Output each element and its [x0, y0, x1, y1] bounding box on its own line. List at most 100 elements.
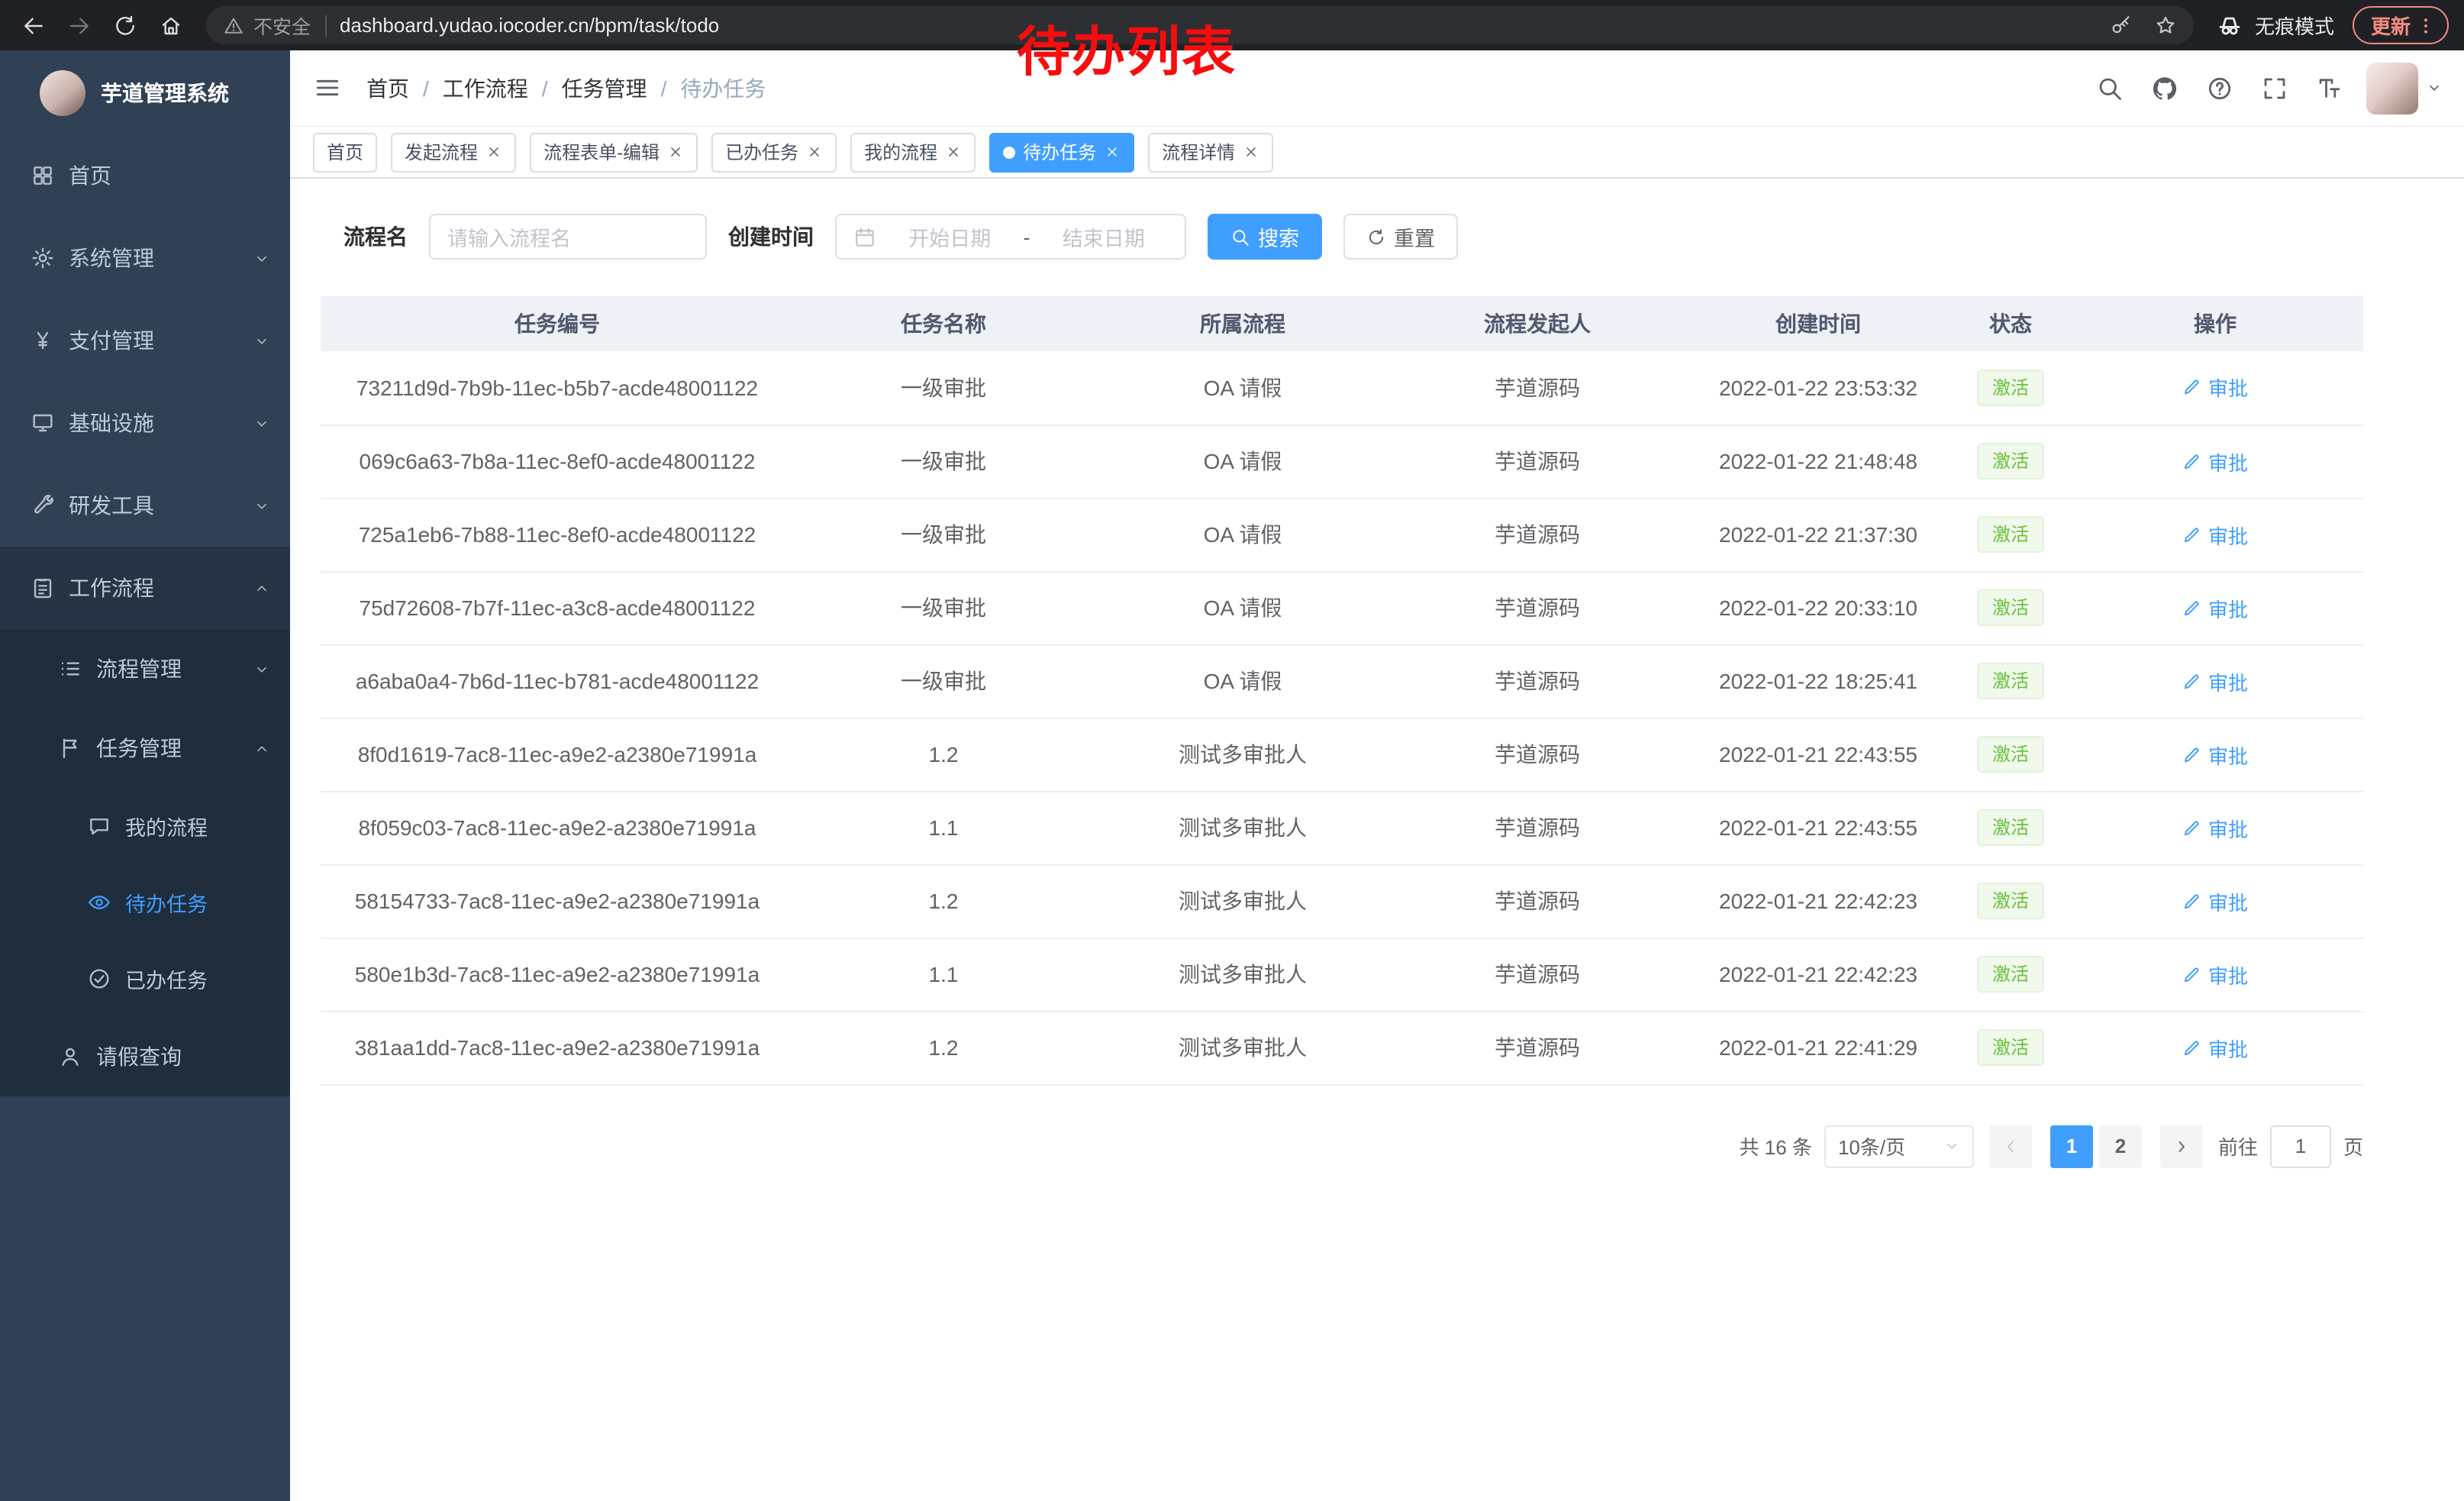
sidebar-item-dev-tools[interactable]: 研发工具	[0, 464, 290, 547]
close-icon[interactable]	[945, 144, 962, 160]
page-size-select[interactable]: 10条/页	[1824, 1125, 1974, 1167]
address-divider	[324, 15, 326, 36]
sidebar-toggle-button[interactable]	[290, 50, 365, 125]
gear-icon	[31, 246, 55, 270]
update-button[interactable]: 更新	[2353, 6, 2449, 44]
key-icon[interactable]	[2110, 14, 2133, 37]
browser-home-button[interactable]	[150, 5, 191, 46]
tab-todo-tasks[interactable]: 待办任务	[989, 132, 1134, 172]
user-avatar-menu[interactable]	[2366, 62, 2443, 114]
tab-label: 已办任务	[725, 139, 798, 165]
created-time-cell: 2022-01-21 22:42:23	[1682, 864, 1954, 938]
tab-home[interactable]: 首页	[313, 132, 377, 172]
sidebar-logo[interactable]: 芋道管理系统	[0, 50, 290, 134]
forward-icon	[66, 13, 91, 37]
yen-icon	[31, 328, 55, 353]
created-time-cell: 2022-01-22 21:37:30	[1682, 498, 1954, 571]
tab-label: 待办任务	[1023, 139, 1096, 165]
prev-page-button[interactable]	[1989, 1125, 2032, 1167]
sidebar-item-payment-management[interactable]: 支付管理	[0, 299, 290, 382]
fullscreen-button[interactable]	[2249, 63, 2299, 113]
approve-link[interactable]: 审批	[2182, 593, 2248, 622]
browser-back-button[interactable]	[12, 5, 53, 46]
edit-icon	[2182, 744, 2202, 764]
breadcrumb-item[interactable]: 工作流程	[443, 73, 528, 103]
browser-forward-button[interactable]	[58, 5, 99, 46]
approve-link[interactable]: 审批	[2182, 740, 2248, 769]
process-name-placeholder: 请输入流程名	[447, 221, 571, 252]
goto-page-input[interactable]: 1	[2270, 1125, 2331, 1167]
process-name-input[interactable]: 请输入流程名	[429, 214, 707, 260]
sidebar-item-label: 已办任务	[125, 964, 208, 994]
sidebar-item-my-process[interactable]: 我的流程	[0, 788, 290, 864]
chevron-down-icon	[253, 415, 270, 431]
incognito-label: 无痕模式	[2255, 11, 2334, 40]
process-cell: 测试多审批人	[1093, 864, 1392, 938]
table-row: 069c6a63-7b8a-11ec-8ef0-acde48001122一级审批…	[321, 424, 2363, 498]
sidebar-item-process-management[interactable]: 流程管理	[0, 629, 290, 709]
approve-link[interactable]: 审批	[2182, 813, 2248, 842]
table-row: 580e1b3d-7ac8-11ec-a9e2-a2380e71991a1.1测…	[321, 938, 2363, 1011]
edit-icon	[2182, 1038, 2202, 1057]
sidebar-item-system-management[interactable]: 系统管理	[0, 217, 290, 299]
table-row: 381aa1dd-7ac8-11ec-a9e2-a2380e71991a1.2测…	[321, 1011, 2363, 1084]
approve-link[interactable]: 审批	[2182, 667, 2248, 696]
sidebar-item-workflow[interactable]: 工作流程	[0, 547, 290, 629]
process-cell: OA 请假	[1093, 498, 1392, 571]
tab-bar: 首页 发起流程 流程表单-编辑 已办任务 我的流程 待办任务 流程详情	[290, 127, 2464, 179]
task-name-cell: 1.2	[794, 864, 1093, 938]
approve-label: 审批	[2208, 667, 2248, 696]
page-content: 流程名 请输入流程名 创建时间 开始日期 - 结束日期 搜索	[290, 179, 2464, 1501]
search-button[interactable]: 搜索	[1208, 214, 1322, 260]
approve-link[interactable]: 审批	[2182, 886, 2248, 915]
close-icon[interactable]	[667, 144, 684, 160]
approve-link[interactable]: 审批	[2182, 1033, 2248, 1062]
tab-done-tasks[interactable]: 已办任务	[711, 132, 837, 172]
next-page-button[interactable]	[2160, 1125, 2203, 1167]
column-header: 流程发起人	[1392, 296, 1682, 351]
chevron-left-icon	[2001, 1137, 2020, 1155]
sidebar-item-todo-tasks[interactable]: 待办任务	[0, 864, 290, 941]
task-id-cell: 58154733-7ac8-11ec-a9e2-a2380e71991a	[321, 864, 794, 938]
sidebar-item-label: 基础设施	[69, 408, 154, 438]
page-button-1[interactable]: 1	[2050, 1125, 2093, 1167]
create-time-label: 创建时间	[728, 221, 814, 252]
sidebar-item-task-management[interactable]: 任务管理	[0, 709, 290, 788]
menu-dots-icon[interactable]	[2415, 15, 2437, 36]
status-cell: 激活	[1954, 791, 2067, 864]
tab-label: 发起流程	[405, 139, 478, 165]
action-cell: 审批	[2067, 571, 2363, 644]
reset-button[interactable]: 重置	[1343, 214, 1458, 260]
action-cell: 审批	[2067, 351, 2363, 424]
tab-my-process[interactable]: 我的流程	[850, 132, 976, 172]
font-size-button[interactable]	[2304, 63, 2354, 113]
breadcrumb-item[interactable]: 任务管理	[562, 73, 647, 103]
github-button[interactable]	[2139, 63, 2189, 113]
table-row: 75d72608-7b7f-11ec-a3c8-acde48001122一级审批…	[321, 571, 2363, 644]
browser-reload-button[interactable]	[104, 5, 145, 46]
approve-link[interactable]: 审批	[2182, 520, 2248, 549]
sidebar-item-home[interactable]: 首页	[0, 134, 290, 217]
sidebar-item-leave-query[interactable]: 请假查询	[0, 1017, 290, 1096]
header-search-button[interactable]	[2084, 63, 2134, 113]
initiator-cell: 芋道源码	[1392, 571, 1682, 644]
approve-link[interactable]: 审批	[2182, 960, 2248, 989]
tab-form-edit[interactable]: 流程表单-编辑	[530, 132, 698, 172]
sidebar-item-infrastructure[interactable]: 基础设施	[0, 382, 290, 464]
breadcrumb-item[interactable]: 首页	[366, 73, 409, 103]
approve-link[interactable]: 审批	[2182, 447, 2248, 476]
close-icon[interactable]	[1243, 144, 1259, 160]
close-icon[interactable]	[806, 144, 823, 160]
close-icon[interactable]	[485, 144, 502, 160]
sidebar-item-label: 流程管理	[96, 654, 182, 684]
sidebar-item-done-tasks[interactable]: 已办任务	[0, 941, 290, 1017]
bookmark-star-icon[interactable]	[2154, 14, 2177, 37]
tab-process-detail[interactable]: 流程详情	[1148, 132, 1273, 172]
tab-label: 流程详情	[1162, 139, 1235, 165]
docs-button[interactable]	[2194, 63, 2244, 113]
date-range-picker[interactable]: 开始日期 - 结束日期	[835, 214, 1186, 260]
approve-link[interactable]: 审批	[2182, 373, 2248, 402]
page-button-2[interactable]: 2	[2099, 1125, 2142, 1167]
tab-create-process[interactable]: 发起流程	[391, 132, 516, 172]
close-icon[interactable]	[1104, 144, 1121, 160]
